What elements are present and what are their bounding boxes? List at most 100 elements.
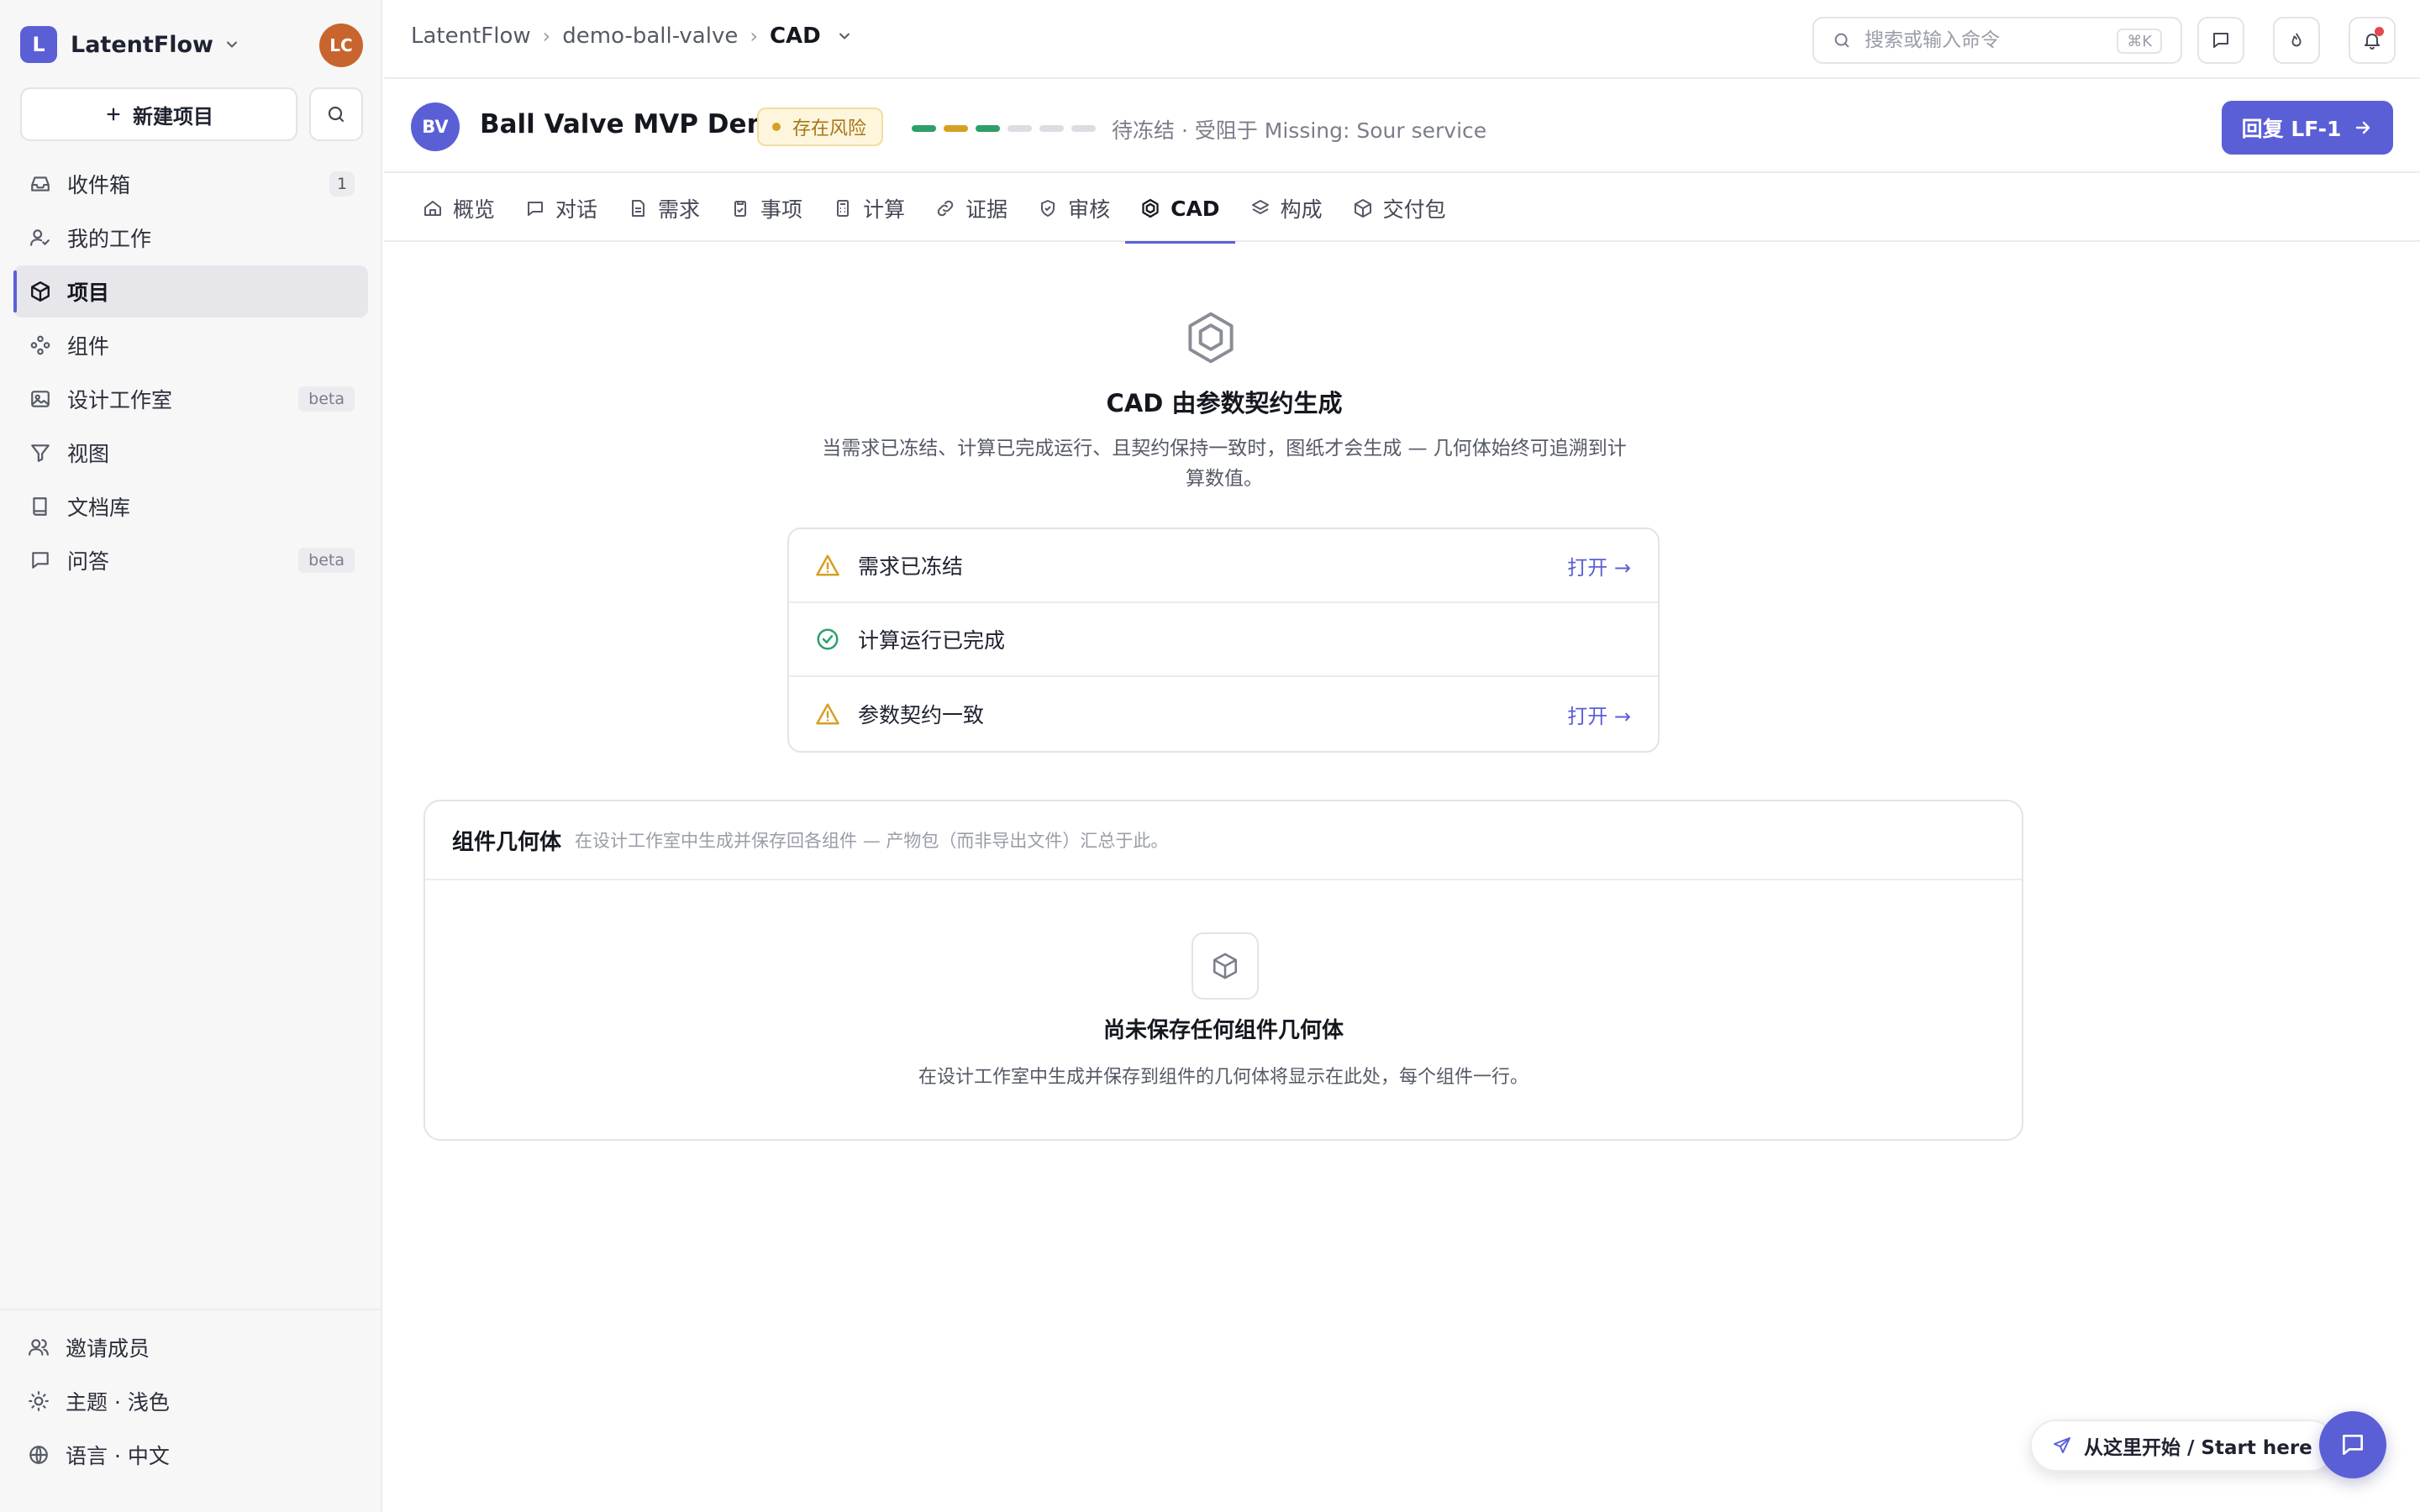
command-search[interactable]: ⌘K (1812, 17, 2182, 64)
prerequisite-row: 参数契约一致 打开 → (789, 677, 1658, 751)
chat-launcher-button[interactable] (2319, 1411, 2386, 1478)
sidebar-item-inbox[interactable]: 收件箱 1 (13, 158, 368, 210)
project-status-text: 待冻结 · 受阻于 Missing: Sour service (1112, 118, 1487, 143)
package-icon (1353, 198, 1373, 218)
tab-label: 需求 (658, 197, 701, 222)
breadcrumb-separator: › (750, 24, 758, 48)
language-toggle[interactable]: 语言 · 中文 (0, 1428, 381, 1482)
calculator-icon (833, 198, 853, 218)
prerequisite-label: 计算运行已完成 (858, 628, 1006, 653)
breadcrumb-root[interactable]: LatentFlow (411, 24, 531, 49)
tab-calculations[interactable]: 计算 (818, 175, 920, 242)
tab-label: 对话 (555, 197, 598, 222)
chevron-down-icon[interactable] (836, 28, 853, 45)
tips-button[interactable] (2273, 17, 2320, 64)
workspace-logo: L (20, 26, 57, 63)
notifications-button[interactable] (2349, 17, 2396, 64)
user-check-icon (29, 226, 52, 249)
sidebar-item-design-studio[interactable]: 设计工作室 beta (13, 373, 368, 425)
sidebar-search-button[interactable] (309, 87, 363, 141)
sidebar-item-label: 文档库 (67, 496, 131, 520)
hexagon-icon (1140, 198, 1160, 218)
tab-issues[interactable]: 事项 (715, 175, 818, 242)
filter-icon (29, 441, 52, 465)
progress-segment-pending (1071, 125, 1096, 132)
search-icon (326, 104, 346, 124)
send-icon (2052, 1436, 2072, 1456)
sidebar-item-label: 我的工作 (67, 227, 152, 251)
chat-icon (525, 198, 545, 218)
prerequisite-row: 需求已冻结 打开 → (789, 529, 1658, 603)
sidebar-item-label: 问答 (67, 549, 110, 574)
panel-title: 组件几何体 (452, 829, 562, 855)
component-geometry-panel: 组件几何体 在设计工作室中生成并保存回各组件 — 产物包（而非导出文件）汇总于此… (424, 800, 2023, 1141)
box-icon (29, 280, 52, 303)
cad-description: 当需求已冻结、计算已完成运行、且契约保持一致时，图纸才会生成 — 几何体始终可追… (822, 438, 1627, 490)
chat-icon (2211, 30, 2231, 50)
project-tabs: 概览 对话 需求 事项 计算 证据 审核 CAD 构成 交付包 (384, 175, 2420, 244)
bottom-item-label: 主题 · 浅色 (66, 1390, 170, 1415)
feedback-button[interactable] (2197, 17, 2244, 64)
sidebar-item-label: 项目 (67, 281, 110, 305)
progress-segment-pending (1039, 125, 1064, 132)
cad-empty-state: CAD 由参数契约生成 当需求已冻结、计算已完成运行、且契约保持一致时，图纸才会… (384, 311, 2065, 504)
breadcrumb-current: CAD (769, 24, 821, 49)
tab-review[interactable]: 审核 (1023, 175, 1125, 242)
search-input[interactable] (1865, 29, 2108, 51)
arrow-right-icon (2353, 118, 2373, 138)
empty-title: 尚未保存任何组件几何体 (1102, 1018, 1344, 1043)
breadcrumb-project[interactable]: demo-ball-valve (562, 24, 738, 49)
workspace-switcher[interactable]: L LatentFlow LC (20, 24, 363, 67)
plus-icon (104, 105, 123, 123)
theme-toggle[interactable]: 主题 · 浅色 (0, 1374, 381, 1428)
open-link[interactable]: 打开 → (1567, 700, 1631, 729)
sidebar-item-label: 设计工作室 (67, 388, 173, 412)
sidebar-footer: 邀请成员 主题 · 浅色 语言 · 中文 (0, 1309, 381, 1482)
sidebar-item-projects[interactable]: 项目 (13, 265, 368, 318)
user-avatar[interactable]: LC (319, 24, 363, 67)
tab-label: 审核 (1068, 197, 1111, 222)
top-bar: LatentFlow › demo-ball-valve › CAD ⌘K (384, 0, 2420, 79)
start-here-label: 从这里开始 / Start here (2084, 1437, 2312, 1459)
sidebar-item-components[interactable]: 组件 (13, 319, 368, 371)
users-icon (27, 1336, 50, 1359)
risk-dot (772, 123, 781, 131)
prerequisite-label: 参数契约一致 (858, 703, 985, 727)
reply-button-label: 回复 LF-1 (2241, 117, 2342, 141)
tab-composition[interactable]: 构成 (1235, 175, 1338, 242)
file-text-icon (628, 198, 648, 218)
invite-members-button[interactable]: 邀请成员 (0, 1320, 381, 1374)
risk-label: 存在风险 (792, 118, 867, 139)
start-here-button[interactable]: 从这里开始 / Start here (2030, 1420, 2336, 1472)
globe-icon (27, 1443, 50, 1467)
warning-icon (814, 552, 841, 579)
new-project-button[interactable]: 新建项目 (20, 87, 297, 141)
hexagon-icon (1186, 311, 1236, 365)
reply-button[interactable]: 回复 LF-1 (2222, 101, 2393, 155)
progress-segment-done (976, 125, 1000, 132)
sidebar-item-library[interactable]: 文档库 (13, 480, 368, 533)
inbox-icon (29, 172, 52, 196)
panel-header: 组件几何体 在设计工作室中生成并保存回各组件 — 产物包（而非导出文件）汇总于此… (425, 801, 2022, 880)
sidebar-item-qa[interactable]: 问答 beta (13, 534, 368, 586)
sidebar-item-views[interactable]: 视图 (13, 427, 368, 479)
chevron-down-icon (224, 36, 240, 53)
empty-description: 在设计工作室中生成并保存到组件的几何体将显示在此处，每个组件一行。 (918, 1067, 1528, 1088)
tab-requirements[interactable]: 需求 (613, 175, 715, 242)
risk-status-badge: 存在风险 (757, 108, 884, 146)
tab-chat[interactable]: 对话 (510, 175, 613, 242)
tab-label: 构成 (1280, 197, 1323, 222)
breadcrumb-separator: › (542, 24, 551, 48)
tab-overview[interactable]: 概览 (408, 175, 510, 242)
tab-evidence[interactable]: 证据 (920, 175, 1023, 242)
tab-cad[interactable]: CAD (1125, 175, 1236, 244)
shield-check-icon (1038, 198, 1058, 218)
tab-deliverables[interactable]: 交付包 (1338, 175, 1461, 242)
image-icon (29, 387, 52, 411)
sidebar-item-my-work[interactable]: 我的工作 (13, 212, 368, 264)
progress-segment-warn (944, 125, 968, 132)
open-link[interactable]: 打开 → (1567, 551, 1631, 580)
project-avatar: BV (411, 102, 460, 151)
check-circle-icon (814, 626, 841, 653)
progress-segment-pending (1007, 125, 1032, 132)
